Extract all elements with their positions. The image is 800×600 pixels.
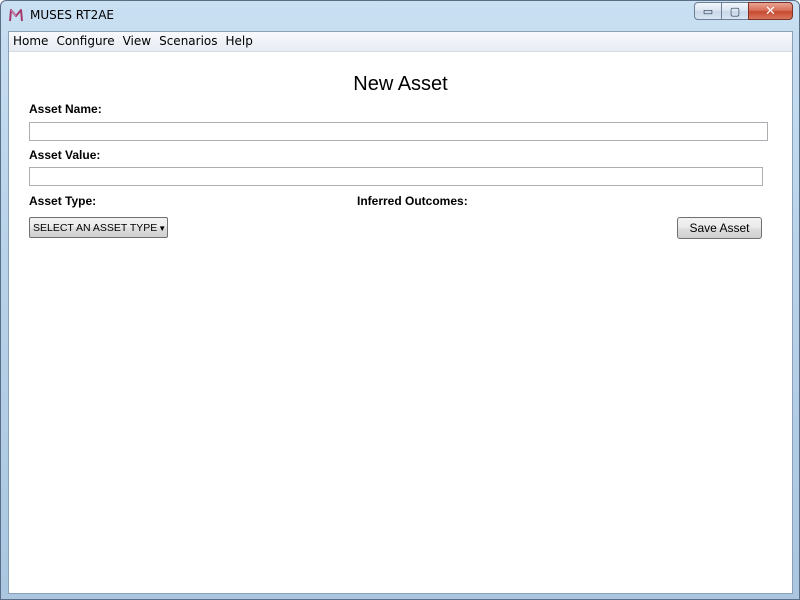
asset-type-label: Asset Type: (29, 194, 97, 208)
menu-configure[interactable]: Configure (52, 32, 118, 51)
window-title: MUSES RT2AE (30, 8, 114, 22)
close-button[interactable]: ✕ (748, 2, 793, 20)
menu-bar: Home Configure View Scenarios Help (9, 32, 792, 52)
caption-buttons: ▭ ▢ ✕ (694, 2, 793, 22)
page-title: New Asset (353, 73, 448, 95)
maximize-button[interactable]: ▢ (721, 2, 748, 20)
asset-value-label: Asset Value: (29, 148, 101, 162)
app-window: MUSES RT2AE ▭ ▢ ✕ Home Configure View Sc… (0, 0, 800, 600)
asset-type-selected-value: SELECT AN ASSET TYPE (33, 221, 158, 234)
asset-name-label: Asset Name: (29, 102, 102, 116)
menu-scenarios[interactable]: Scenarios (155, 32, 221, 51)
menu-view[interactable]: View (119, 32, 155, 51)
save-asset-button[interactable]: Save Asset (677, 217, 762, 239)
inferred-outcomes-label: Inferred Outcomes: (357, 194, 468, 208)
maximize-icon: ▢ (729, 4, 741, 18)
asset-name-input[interactable] (29, 122, 768, 141)
minimize-icon: ▭ (702, 4, 714, 18)
close-icon: ✕ (765, 3, 776, 19)
asset-value-input[interactable] (29, 167, 763, 186)
title-bar[interactable]: MUSES RT2AE ▭ ▢ ✕ (1, 1, 799, 29)
asset-type-select[interactable]: SELECT AN ASSET TYPE ▼ (29, 217, 168, 238)
menu-home[interactable]: Home (9, 32, 52, 51)
minimize-button[interactable]: ▭ (694, 2, 721, 20)
chevron-down-icon: ▼ (158, 224, 167, 233)
muses-logo-icon (9, 9, 23, 22)
client-area: Home Configure View Scenarios Help New A… (8, 31, 793, 594)
menu-help[interactable]: Help (222, 32, 257, 51)
